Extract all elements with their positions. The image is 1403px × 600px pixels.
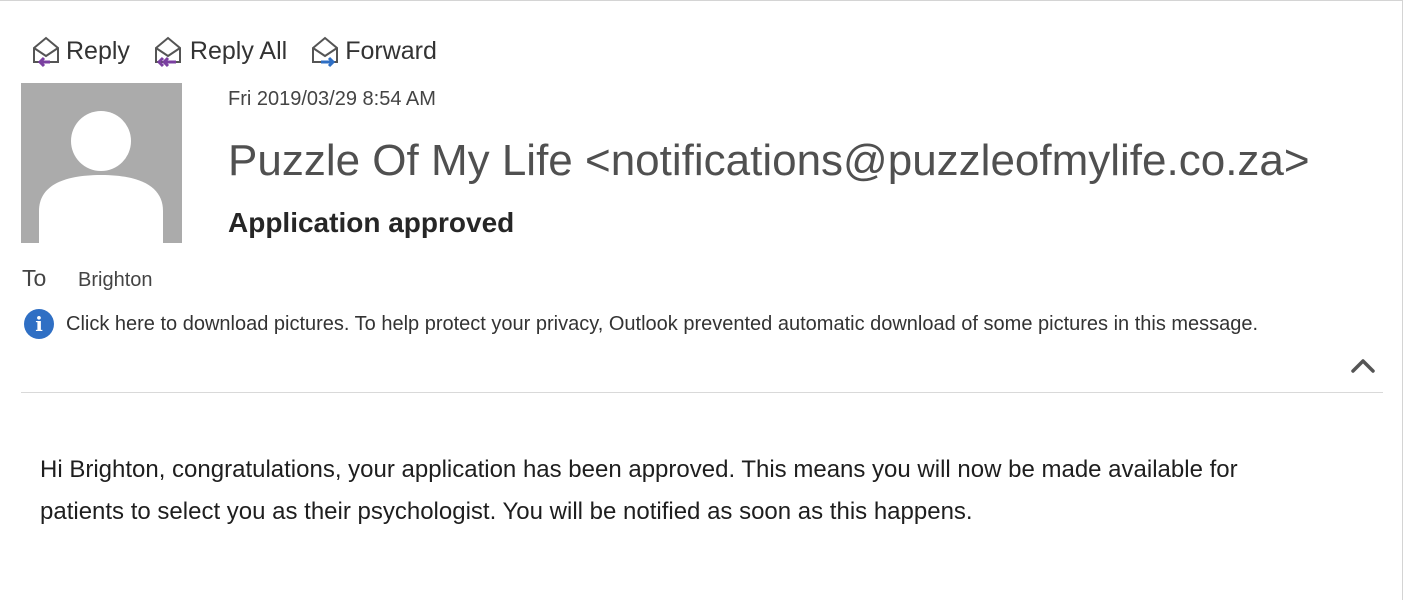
- recipients-row: To Brighton: [22, 265, 153, 292]
- person-silhouette-icon: [39, 111, 163, 243]
- download-pictures-infobar[interactable]: i Click here to download pictures. To he…: [24, 309, 1344, 339]
- sender-avatar: [21, 83, 182, 243]
- header-divider: [21, 392, 1383, 393]
- collapse-header-button[interactable]: [1348, 351, 1378, 379]
- forward-label: Forward: [345, 37, 437, 65]
- forward-button[interactable]: Forward: [307, 33, 437, 69]
- reading-pane: Reply Reply All Forward Fri 2019/03/29 8…: [0, 0, 1403, 600]
- sender-name[interactable]: Puzzle Of My Life <notifications@puzzleo…: [228, 135, 1348, 187]
- reply-all-button[interactable]: Reply All: [150, 33, 287, 69]
- message-subject: Application approved: [228, 207, 515, 238]
- message-body: Hi Brighton, congratulations, your appli…: [40, 456, 1238, 525]
- reply-all-label: Reply All: [189, 37, 288, 65]
- to-label: To: [22, 265, 47, 291]
- info-icon: i: [24, 309, 54, 339]
- message-date: Fri 2019/03/29 8:54 AM: [228, 88, 436, 110]
- infobar-text: Click here to download pictures. To help…: [66, 313, 1259, 335]
- reply-label: Reply: [66, 37, 130, 65]
- reply-icon: [33, 36, 59, 68]
- reply-all-icon: [154, 36, 181, 68]
- reply-button[interactable]: Reply: [28, 33, 130, 69]
- forward-icon: [312, 36, 339, 68]
- chevron-up-icon: [1351, 359, 1375, 373]
- recipient-name[interactable]: Brighton: [78, 269, 153, 292]
- message-toolbar: Reply Reply All Forward: [28, 33, 457, 69]
